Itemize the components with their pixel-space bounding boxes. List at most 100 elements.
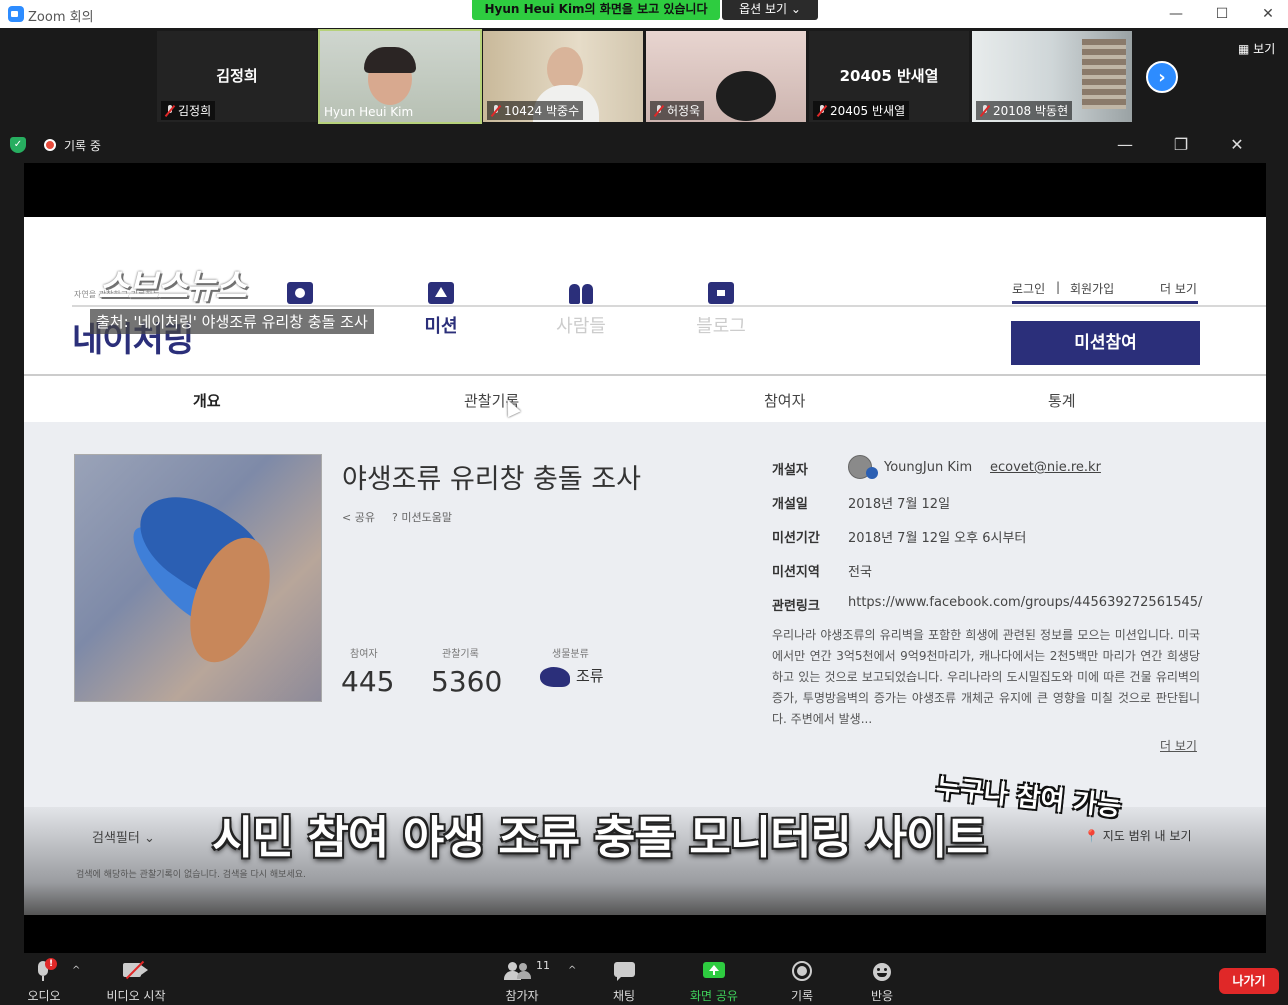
mic-muted-icon [165,104,175,117]
people-icon [568,282,594,304]
region-label: 미션지역 [772,565,820,580]
share-restore-button[interactable]: ❐ [1168,133,1194,157]
participant-name: 10424 박중수 [504,104,580,118]
audio-button[interactable]: 오디오 [22,959,66,1004]
record-label: 기록 [790,989,814,1003]
nav-label: 사람들 [556,316,606,337]
reactions-label: 반응 [870,989,894,1003]
tile-nametag: 10424 박중수 [487,101,584,120]
reactions-icon [862,959,902,983]
gallery-strip: 김정희 김정희 Hyun Heui Kim 10424 박중수 허정욱 2040… [0,28,1288,125]
mission-tabs: 개요 관찰기록 참여자 통계 [24,374,1266,422]
tile-nametag: 20108 박동현 [976,101,1073,120]
video-off-icon [100,959,172,983]
view-button[interactable]: ▦ 보기 [1238,40,1275,57]
bird-icon [540,667,570,687]
video-tile[interactable]: Hyun Heui Kim [318,29,482,124]
chat-icon [604,959,644,983]
related-link[interactable]: https://www.facebook.com/groups/44563927… [848,595,1202,610]
tile-nametag: 20405 반새열 [813,101,910,120]
mic-muted-icon [491,104,501,117]
participant-hair [364,47,416,73]
signup-link[interactable]: 회원가입 [1070,280,1114,297]
recording-icon [44,139,56,151]
nav-item-observe[interactable] [265,282,335,312]
share-minimize-button[interactable]: — [1112,133,1138,157]
window-title: Zoom 회의 [28,10,94,25]
site-header: 자연을 관찰하고 기록하는 네이처링 스브스뉴스 출처: '네이처링' 야생조류… [24,217,1266,374]
filter-note: 검색에 해당하는 관찰기록이 없습니다. 검색을 다시 해보세요. [76,870,306,880]
participants-options-caret[interactable]: ^ [568,965,576,976]
sbs-news-watermark: 스브스뉴스 [98,267,246,307]
source-caption: 출처: '네이처링' 야생조류 유리창 충돌 조사 [90,309,374,334]
tab-participants[interactable]: 참여자 [764,390,805,411]
audio-alert-badge: ! [45,958,57,970]
tab-overview[interactable]: 개요 [193,390,221,411]
close-button[interactable]: ✕ [1258,4,1278,24]
description-more-link[interactable]: 더 보기 [1160,737,1197,754]
tab-statistics[interactable]: 통계 [1048,390,1076,411]
search-filter-dropdown[interactable]: 검색필터 ⌄ [92,827,155,846]
participant-name: 20405 반새열 [830,104,906,118]
mission-help-link[interactable]: ? 미션도움말 [392,509,452,525]
security-shield-icon[interactable]: ✓ [10,137,26,153]
video-tile[interactable]: 20405 반새열 20405 반새열 [809,31,969,122]
tile-bigname: 김정희 [216,67,258,85]
tile-nametag: 허정욱 [650,101,705,120]
shared-screen: 자연을 관찰하고 기록하는 네이처링 스브스뉴스 출처: '네이처링' 야생조류… [24,163,1266,953]
minimize-button[interactable]: — [1166,4,1186,24]
participants-icon: 11 [496,959,550,983]
share-close-button[interactable]: ✕ [1224,133,1250,157]
mission-image [74,454,322,702]
link-label: 관련링크 [772,599,820,614]
chat-button[interactable]: 채팅 [604,959,644,1004]
nav-item-blog[interactable]: 블로그 [686,282,756,338]
reactions-button[interactable]: 반응 [862,959,902,1004]
mission-title: 야생조류 유리창 충돌 조사 [342,464,641,495]
nav-item-people[interactable]: 사람들 [546,282,616,338]
record-icon [782,959,822,983]
participant-name: Hyun Heui Kim [324,105,414,119]
share-link[interactable]: < 공유 [342,509,375,525]
creator-name[interactable]: YoungJun Kim [884,460,972,475]
video-tile[interactable]: 20108 박동현 [972,31,1132,122]
opened-label: 개설일 [772,497,808,512]
record-button[interactable]: 기록 [782,959,822,1004]
tile-bigname: 20405 반새열 [839,67,939,85]
flag-icon [428,282,454,304]
bookshelf [1082,39,1126,109]
header-divider [72,305,1266,307]
region-value: 전국 [848,565,872,580]
gallery-next-button[interactable]: › [1146,61,1178,93]
map-range-link[interactable]: 📍 지도 범위 내 보기 [1084,827,1191,844]
video-tile[interactable]: 10424 박중수 [483,31,643,122]
view-options-button[interactable]: 옵션 보기 ⌄ [722,0,818,20]
header-underline [1012,301,1198,304]
opened-value: 2018년 7월 12일 [848,497,951,512]
shared-webpage: 자연을 관찰하고 기록하는 네이처링 스브스뉴스 출처: '네이처링' 야생조류… [24,217,1266,915]
audio-options-caret[interactable]: ^ [72,965,80,976]
video-tile[interactable]: 김정희 김정희 [157,31,317,122]
microphone-icon [22,959,66,983]
verified-icon [866,467,878,479]
mic-muted-icon [654,104,664,117]
join-mission-button[interactable]: 미션참여 [1011,321,1200,365]
stat-label-participants: 참여자 [350,649,378,660]
mic-muted-icon [817,104,827,117]
more-link[interactable]: 더 보기 [1160,280,1197,297]
participant-name: 허정욱 [667,104,701,118]
video-tile[interactable]: 허정욱 [646,31,806,122]
tile-nametag: 김정희 [161,101,216,120]
maximize-button[interactable]: ☐ [1212,4,1232,24]
participant-name: 김정희 [178,104,212,118]
creator-email[interactable]: ecovet@nie.re.kr [990,460,1101,475]
meeting-toolbar: 오디오 ! ^ 비디오 시작 11 참가자 ^ 채팅 화면 공유 기록 반응 [0,953,1288,1005]
start-video-button[interactable]: 비디오 시작 [100,959,172,1004]
nav-item-mission[interactable]: 미션 [406,282,476,338]
share-screen-button[interactable]: 화면 공유 [684,959,744,1004]
share-screen-label: 화면 공유 [690,989,738,1003]
participants-button[interactable]: 11 참가자 [496,959,550,1004]
login-link[interactable]: 로그인 [1012,280,1045,297]
video-subtitle: 시민 참여 야생 조류 충돌 모니터링 사이트 [212,811,988,864]
leave-meeting-button[interactable]: 나가기 [1219,968,1279,994]
